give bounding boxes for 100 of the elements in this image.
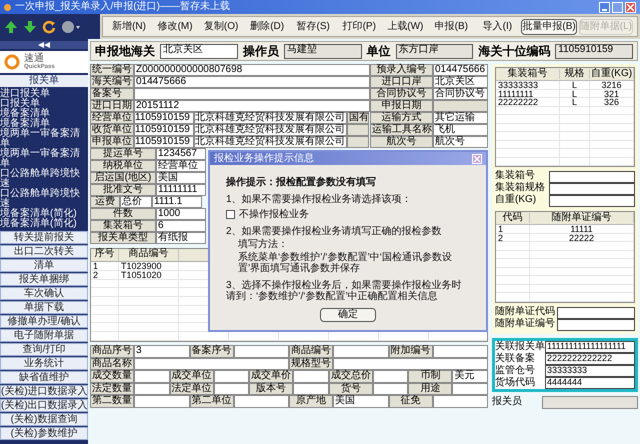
input-field[interactable] — [549, 171, 635, 183]
toolbar-button[interactable]: 修改(M) — [153, 18, 198, 34]
field-value[interactable]: 1234567 — [156, 148, 206, 160]
sidebar-button[interactable]: 查询/打印 — [0, 343, 88, 356]
field-value[interactable]: 6 — [156, 220, 206, 232]
field-value[interactable] — [134, 88, 370, 100]
field-value[interactable] — [234, 395, 289, 408]
field-value[interactable]: 美国 — [156, 172, 206, 184]
input-field[interactable] — [549, 195, 635, 207]
header-field[interactable]: 1105910159 — [555, 44, 633, 58]
field-value[interactable] — [134, 358, 289, 370]
menu-item[interactable]: 口报关单 — [0, 99, 88, 109]
field-value[interactable]: 有纸报 — [156, 232, 206, 244]
field-value[interactable] — [333, 345, 388, 358]
field-sub-value[interactable]: 总价 — [120, 196, 152, 208]
menu-item[interactable]: 境备案清单 — [0, 119, 88, 129]
sidebar-button[interactable]: 报关单捆绑 — [0, 273, 88, 286]
field-value[interactable]: 014475666 — [433, 64, 488, 76]
field-value[interactable]: 飞机 — [433, 124, 488, 136]
field-value[interactable] — [214, 370, 250, 382]
menu-item[interactable]: 境两单一审备案清单 — [0, 129, 88, 149]
toolbar-button[interactable]: 申报(B) — [429, 18, 474, 34]
field-value[interactable]: 014475666 — [134, 76, 370, 88]
header-field[interactable]: 北京关区 — [160, 44, 238, 58]
field-value[interactable] — [333, 358, 488, 370]
menu-item[interactable]: 进口报关单 — [0, 89, 88, 99]
toolbar-button[interactable]: 打印(P) — [337, 18, 382, 34]
field-value[interactable] — [134, 395, 190, 408]
sidebar-button[interactable]: 转关提前报关 — [0, 231, 88, 244]
close-button[interactable] — [472, 154, 482, 164]
toolbar-button[interactable]: 批量申报(B) — [521, 18, 577, 34]
field-value[interactable] — [134, 370, 170, 382]
field-value[interactable]: 北京科雄克经贸科技发展有限公司 — [194, 112, 347, 124]
toolbar-button[interactable]: 删除(D) — [245, 18, 290, 34]
minimize-button[interactable] — [599, 2, 610, 12]
field-value[interactable]: 1105910159 — [134, 136, 194, 148]
field-value[interactable] — [372, 370, 408, 382]
field-value[interactable] — [432, 345, 488, 358]
field-value[interactable] — [293, 370, 329, 382]
field-value[interactable]: 111111111111111111 — [545, 340, 635, 352]
field-value[interactable]: 20151112 — [134, 100, 370, 112]
field-value[interactable] — [347, 136, 369, 148]
field-value[interactable]: 北京科雄克经贸科技发展有限公司 — [194, 136, 347, 148]
sidebar-button[interactable]: 清单 — [0, 259, 88, 272]
close-button[interactable] — [625, 2, 636, 12]
field-value[interactable]: 1105910159 — [134, 124, 194, 136]
input-field[interactable] — [549, 183, 635, 195]
down-arrow-icon[interactable] — [23, 20, 37, 34]
field-value[interactable] — [293, 382, 329, 395]
sidebar-button[interactable]: 修撤单办理/确认 — [0, 315, 88, 328]
field-value[interactable]: 3 — [134, 345, 190, 358]
menu-item[interactable]: 境备案清单 — [0, 109, 88, 119]
field-value[interactable]: 1000 — [156, 208, 206, 220]
sidebar-button[interactable]: 缺省值维护 — [0, 371, 88, 384]
field-value[interactable]: 2222222222222 — [545, 352, 635, 364]
input-field[interactable] — [542, 396, 638, 408]
field-value[interactable]: 北京关区 — [433, 76, 488, 88]
up-arrow-icon[interactable] — [4, 20, 18, 34]
field-value[interactable] — [432, 395, 488, 408]
sidebar-button[interactable]: 电子随附单据 — [0, 329, 88, 342]
sidebar-button[interactable]: (关检)出口数据录入 — [0, 399, 88, 412]
field-value[interactable]: 其它运输 — [433, 112, 488, 124]
collapse-button[interactable] — [0, 41, 88, 50]
circle-dropdown-icon[interactable] — [61, 20, 81, 34]
toolbar-button[interactable]: 上载(W) — [383, 18, 428, 34]
sidebar-button[interactable]: 业务统计 — [0, 357, 88, 370]
input-field[interactable] — [557, 318, 635, 330]
sidebar-button[interactable]: 单据下载 — [0, 301, 88, 314]
field-value[interactable] — [433, 100, 488, 112]
sidebar-button[interactable]: 出口二次转关 — [0, 245, 88, 258]
sidebar-button[interactable]: (关检)进口数据录入 — [0, 385, 88, 398]
section-button[interactable]: 报关单 — [0, 75, 88, 87]
field-value[interactable]: 美国 — [333, 395, 388, 408]
menu-item[interactable]: 口公路舱单跨境快速 — [0, 189, 88, 209]
field-value[interactable]: 1111.1 — [152, 196, 202, 208]
field-value[interactable]: 北京科雄克经贸科技发展有限公司 — [194, 124, 347, 136]
menu-item[interactable]: 境备案清单(简化) — [0, 209, 88, 219]
sidebar-button[interactable]: (关检)参数维护 — [0, 427, 88, 440]
field-value[interactable]: 33333333 — [545, 364, 635, 376]
sidebar-button[interactable]: (关检)数据查询 — [0, 413, 88, 426]
field-value[interactable] — [452, 382, 488, 395]
checkbox-option[interactable]: 不操作报检业务 — [226, 209, 309, 220]
field-value[interactable]: 美元 — [452, 370, 488, 382]
field-value[interactable]: 国有 — [347, 112, 369, 124]
sidebar-button[interactable]: 车次确认 — [0, 287, 88, 300]
checkbox[interactable] — [226, 210, 235, 219]
menu-item[interactable]: 境备案清单(简化) — [0, 219, 88, 229]
input-field[interactable] — [557, 306, 635, 318]
field-value[interactable]: 经营单位 — [156, 160, 206, 172]
field-value[interactable]: Z000000000000807698 — [134, 64, 370, 76]
field-value[interactable]: 1105910159 — [134, 112, 194, 124]
header-field[interactable]: 东方口岸 — [396, 44, 474, 58]
field-value[interactable] — [347, 124, 369, 136]
field-value[interactable]: 航次号 — [433, 136, 488, 148]
toolbar-button[interactable]: 复制(O) — [199, 18, 244, 34]
header-field[interactable]: 马建堃 — [284, 44, 362, 58]
menu-item[interactable]: 境两单一审备案清单 — [0, 149, 88, 169]
toolbar-button[interactable]: 新增(N) — [107, 18, 152, 34]
toolbar-button[interactable]: 暂存(S) — [291, 18, 336, 34]
toolbar-button[interactable]: 导入(I) — [475, 18, 520, 34]
